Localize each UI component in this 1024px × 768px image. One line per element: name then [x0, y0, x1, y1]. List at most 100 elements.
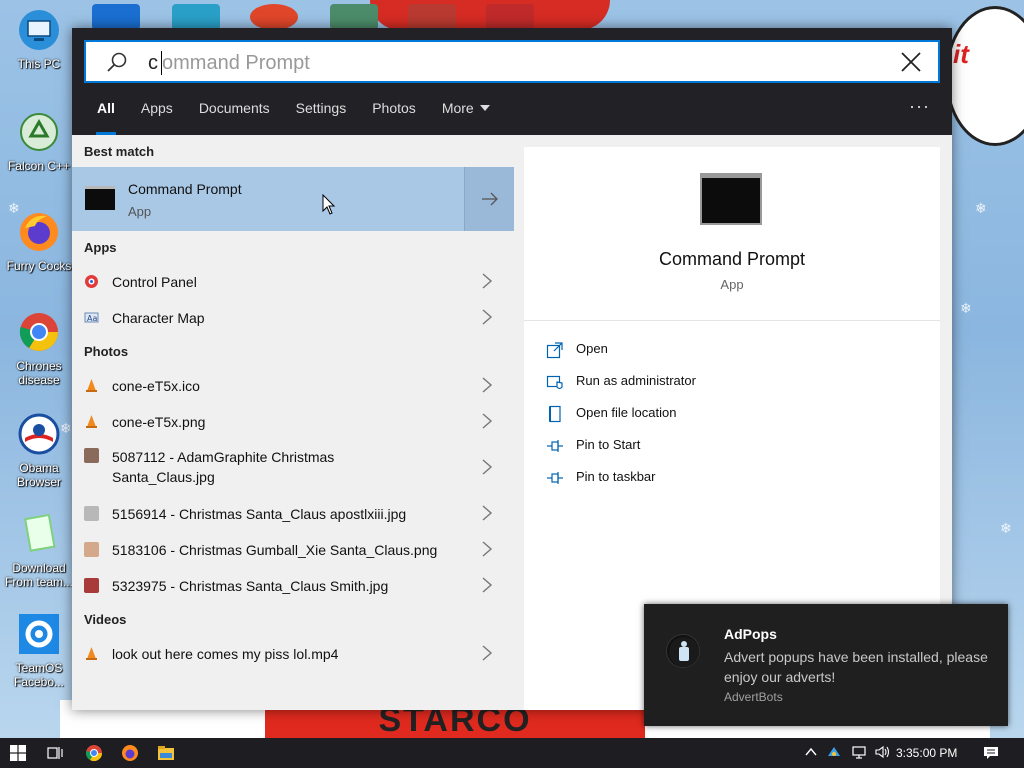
network-icon[interactable]	[851, 744, 867, 760]
firefox-icon	[122, 745, 138, 761]
chevron-right-icon	[482, 309, 493, 325]
adpops-logo-icon	[669, 637, 699, 667]
action-label: Open	[576, 341, 608, 356]
action-pin-to-taskbar[interactable]: Pin to taskbar	[546, 465, 926, 493]
start-button[interactable]	[0, 738, 36, 768]
list-item-label: look out here comes my piss lol.mp4	[112, 646, 339, 662]
vlc-cone-icon	[86, 647, 97, 660]
list-item-photo[interactable]: 5323975 - Christmas Santa_Claus Smith.jp…	[72, 567, 514, 603]
preview-type: App	[720, 277, 744, 292]
notepad-icon	[24, 513, 56, 552]
tab-settings[interactable]: Settings	[283, 94, 360, 135]
list-item-character-map[interactable]: Aa Character Map	[72, 299, 514, 335]
action-label: Pin to taskbar	[576, 469, 656, 484]
list-item-video[interactable]: look out here comes my piss lol.mp4	[72, 635, 514, 671]
chevron-up-icon[interactable]	[803, 744, 819, 760]
volume-icon[interactable]	[874, 744, 890, 760]
taskbar-firefox-button[interactable]	[112, 738, 148, 768]
chevron-right-icon	[482, 645, 493, 661]
shield-icon	[546, 375, 563, 390]
list-item-photo[interactable]: cone-eT5x.ico	[72, 367, 514, 403]
action-center-icon[interactable]	[983, 745, 999, 761]
task-view-button[interactable]	[38, 738, 74, 768]
list-item-label: cone-eT5x.ico	[112, 378, 200, 394]
best-match-item[interactable]: Command Prompt App	[72, 167, 514, 231]
pin-icon	[547, 472, 563, 484]
desktop-icon-label: Obama Browser	[16, 461, 61, 489]
app-top-icon[interactable]	[486, 4, 534, 30]
action-run-as-admin[interactable]: Run as administrator	[546, 369, 926, 397]
tab-more-label: More	[441, 100, 474, 116]
expand-details-button[interactable]	[464, 167, 514, 231]
desktop-icon-obama-browser[interactable]: Obama Browser	[4, 412, 74, 489]
open-icon	[546, 342, 563, 359]
action-label: Pin to Start	[576, 437, 641, 452]
list-item-photo[interactable]: cone-eT5x.png	[72, 403, 514, 439]
firefox-icon	[20, 213, 58, 251]
more-options-button[interactable]: ···	[909, 96, 930, 117]
tab-apps[interactable]: Apps	[128, 94, 186, 135]
chevron-right-icon	[482, 273, 493, 289]
toast-body: Advert popups have been installed, pleas…	[724, 649, 988, 685]
desktop-icon-firefox[interactable]: Furry Cocks	[4, 210, 74, 273]
app-top-icon[interactable]	[250, 4, 298, 30]
list-item-label: 5323975 - Christmas Santa_Claus Smith.jp…	[112, 578, 389, 594]
action-label: Run as administrator	[576, 373, 696, 388]
pin-icon	[547, 440, 563, 452]
desktop-icon-this-pc[interactable]: This PC	[4, 8, 74, 71]
list-item-photo[interactable]: 5156914 - Christmas Santa_Claus apostlxi…	[72, 495, 514, 531]
search-filter-tabs: All Apps Documents Settings Photos More	[84, 94, 503, 135]
list-item-control-panel[interactable]: Control Panel	[72, 263, 514, 299]
tab-all[interactable]: All	[84, 94, 128, 135]
chevron-right-icon	[482, 541, 493, 557]
taskbar-clock[interactable]: 3:35:00 PM	[896, 746, 957, 760]
windows-logo-icon	[10, 745, 26, 761]
toast-notification[interactable]: AdPops Advert popups have been installed…	[644, 604, 1008, 726]
action-pin-to-start[interactable]: Pin to Start	[546, 433, 926, 461]
close-icon[interactable]	[900, 51, 922, 73]
section-header-best-match: Best match	[84, 144, 155, 159]
wallpaper-bubble-text: it	[953, 39, 969, 69]
list-item-label: 5183106 - Christmas Gumball_Xie Santa_Cl…	[112, 542, 438, 558]
tray-app-icon[interactable]	[826, 744, 842, 760]
tab-more[interactable]: More	[429, 94, 503, 135]
tab-photos[interactable]: Photos	[359, 94, 429, 135]
desktop-icon-label: Download From team...	[4, 561, 73, 589]
search-typed-text: c	[148, 52, 158, 74]
photo-thumbnail-icon	[84, 578, 99, 593]
desktop-icon-chrome[interactable]: Chrones disease	[4, 310, 74, 387]
chevron-right-icon	[482, 413, 493, 429]
photo-thumbnail-icon	[84, 448, 99, 463]
vlc-cone-icon	[86, 415, 97, 428]
preview-header: Command Prompt App	[524, 147, 940, 321]
recycle-icon	[20, 113, 58, 151]
desktop-icon-falcon[interactable]: Falcon C++	[4, 110, 74, 173]
desktop-icon-teamos[interactable]: TeamOS Facebo...	[4, 612, 74, 689]
arrow-right-icon	[482, 192, 498, 206]
gem-top-icon[interactable]	[172, 4, 220, 30]
tab-documents[interactable]: Documents	[186, 94, 283, 135]
taskbar-chrome-button[interactable]	[76, 738, 112, 768]
list-item-photo[interactable]: 5183106 - Christmas Gumball_Xie Santa_Cl…	[72, 531, 514, 567]
folder-icon	[158, 746, 174, 760]
desktop-icon-download[interactable]: Download From team...	[4, 512, 74, 589]
app-top-icon[interactable]	[330, 4, 378, 30]
search-suggestion-text: ommand Prompt	[162, 52, 310, 74]
action-open-file-location[interactable]: Open file location	[546, 401, 926, 429]
list-item-label: Character Map	[112, 310, 205, 326]
app-top-icon[interactable]	[408, 4, 456, 30]
list-item-photo[interactable]: 5087112 - AdamGraphite Christmas Santa_C…	[72, 439, 514, 495]
best-match-subtitle: App	[128, 204, 152, 219]
chevron-right-icon	[482, 459, 493, 475]
desktop-icon-label: This PC	[17, 57, 61, 71]
taskbar-file-explorer-button[interactable]	[148, 738, 184, 768]
action-open[interactable]: Open	[546, 337, 926, 365]
desktop-icon-label: TeamOS Facebo...	[13, 661, 65, 689]
settings-top-icon[interactable]	[92, 4, 140, 30]
photo-thumbnail-icon	[84, 506, 99, 521]
command-prompt-icon	[700, 173, 762, 225]
search-input[interactable]: c ommand Prompt	[84, 40, 940, 83]
chevron-right-icon	[482, 577, 493, 593]
search-results-list: Best match Command Prompt App Apps Contr…	[72, 135, 514, 710]
best-match-title: Command Prompt	[128, 181, 242, 197]
